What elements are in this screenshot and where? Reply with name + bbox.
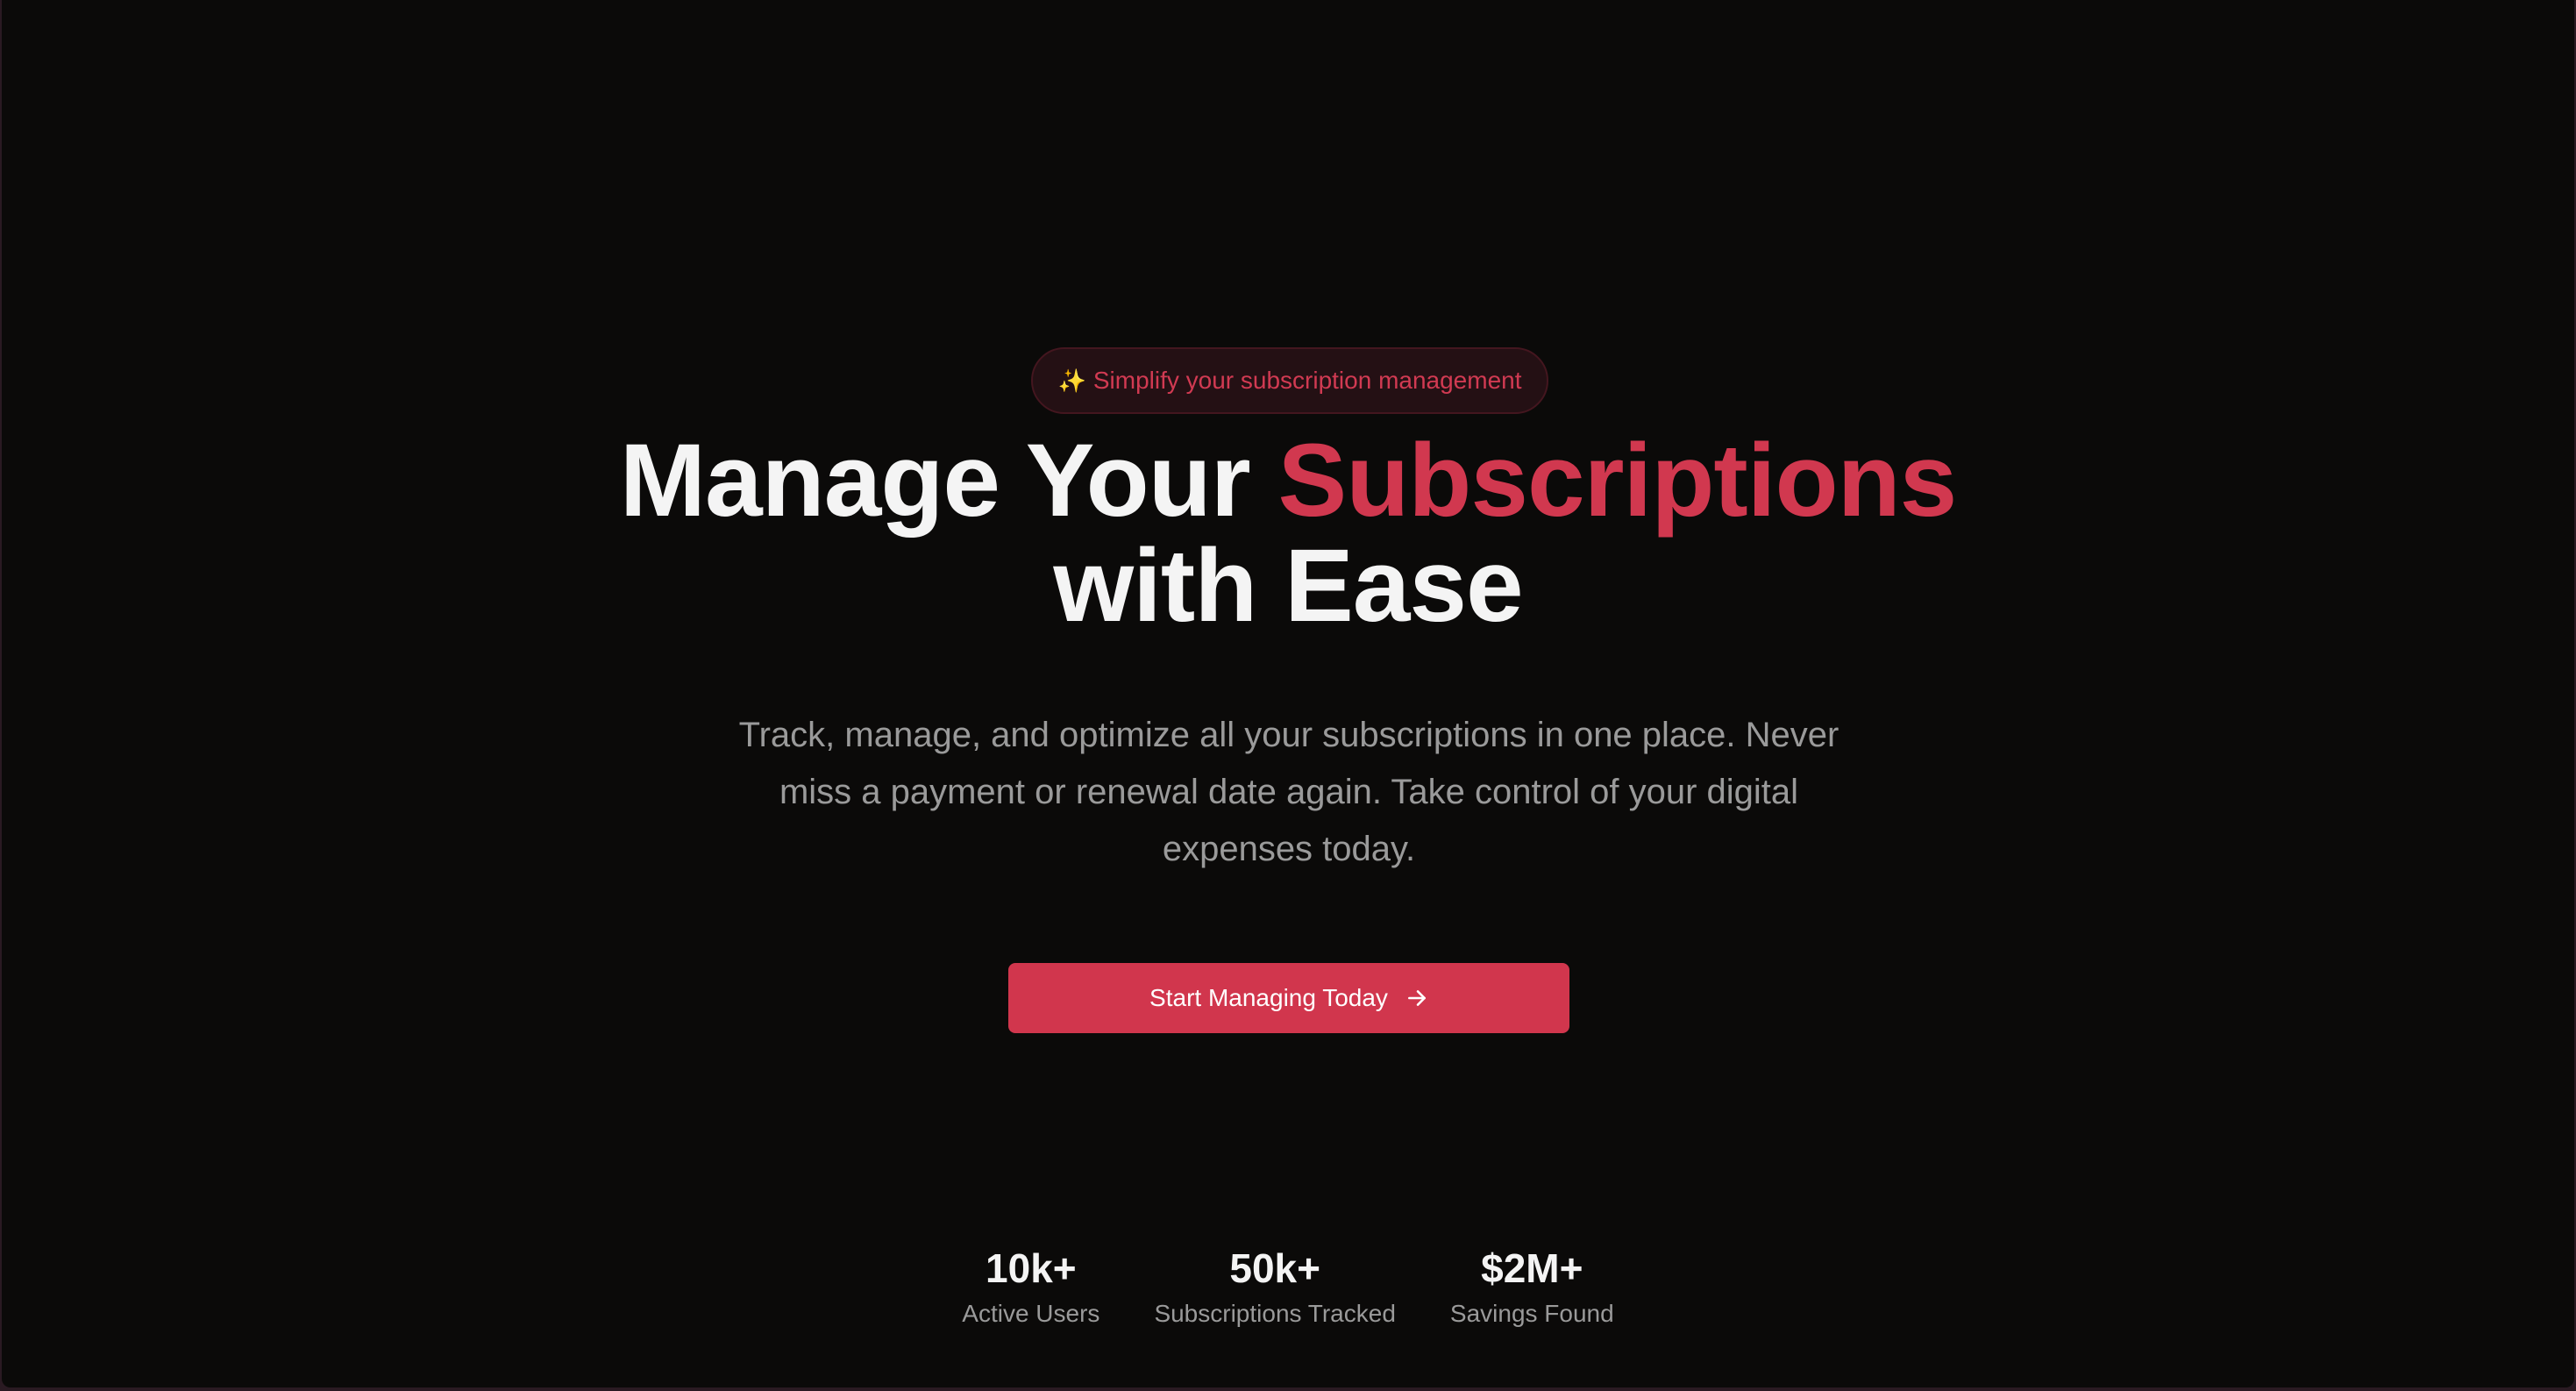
headline-accent: Subscriptions <box>1277 423 1958 539</box>
stat-subscriptions-tracked: 50k+ Subscriptions Tracked <box>1154 1244 1395 1331</box>
stat-label: Active Users <box>962 1300 1100 1327</box>
headline-part-1: Manage Your <box>619 423 1278 539</box>
stat-value: 50k+ <box>1229 1245 1320 1291</box>
arrow-right-icon <box>1407 990 1426 1006</box>
badge-text: Simplify your subscription management <box>1092 367 1522 394</box>
stat-active-users: 10k+ Active Users <box>962 1244 1099 1331</box>
stat-savings-found: $2M+ Savings Found <box>1450 1244 1614 1331</box>
headline-part-2: with Ease <box>1053 528 1523 644</box>
stats-row: 10k+ Active Users 50k+ Subscriptions Tra… <box>2 1244 2574 1331</box>
hero-headline: Manage Your Subscriptions with Ease <box>2 428 2574 638</box>
landing-page: ✨ Simplify your subscription management … <box>2 0 2574 1387</box>
hero-subtitle: Track, manage, and optimize all your sub… <box>738 716 1839 868</box>
stat-label: Subscriptions Tracked <box>1154 1300 1396 1327</box>
announcement-badge: ✨ Simplify your subscription management <box>1031 347 1548 414</box>
cta-label: Start Managing Today <box>1149 984 1388 1011</box>
stat-value: 10k+ <box>986 1245 1077 1291</box>
stat-label: Savings Found <box>1449 1300 1614 1327</box>
sparkles-icon: ✨ <box>1057 367 1086 394</box>
stat-value: $2M+ <box>1481 1245 1583 1291</box>
start-managing-button[interactable]: Start Managing Today <box>1008 963 1569 1033</box>
